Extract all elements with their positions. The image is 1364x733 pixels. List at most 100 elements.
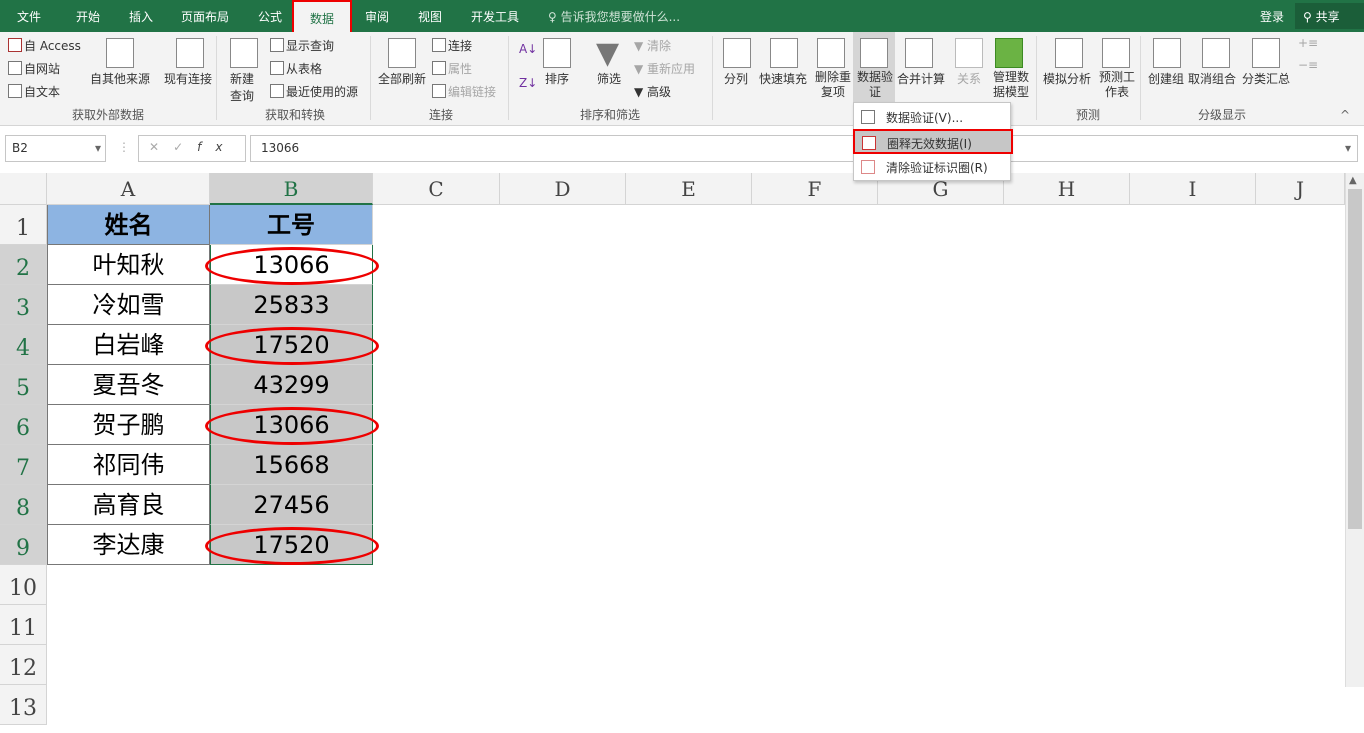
id-cell[interactable]: 27456 [210, 485, 373, 525]
menu-item-clear-validation-circles[interactable]: 清除验证标识圈(R) [854, 155, 1010, 180]
existing-connections-button[interactable]: 现有连接 [164, 70, 212, 87]
row-header-9[interactable]: 9 [0, 525, 47, 565]
tab-formulas[interactable]: 公式 [258, 8, 282, 25]
new-query-button[interactable]: 新建查询 [230, 70, 260, 104]
column-header-h[interactable]: H [1004, 173, 1130, 205]
data-validation-button[interactable]: 数据验证 [853, 32, 895, 102]
subtotal-button[interactable]: 分类汇总 [1242, 70, 1290, 87]
row-header-10[interactable]: 10 [0, 565, 47, 605]
from-access-button[interactable]: 自 Access [8, 37, 81, 54]
sort-za-button[interactable]: Z↓ [519, 76, 537, 90]
id-cell[interactable]: 17520 [205, 525, 379, 565]
row-header-4[interactable]: 4 [0, 325, 47, 365]
tab-file[interactable]: 文件 [17, 8, 41, 25]
name-cell[interactable]: 叶知秋 [47, 245, 210, 285]
vertical-scrollbar[interactable]: ▲ [1345, 173, 1364, 687]
what-if-analysis-button[interactable]: 模拟分析 [1043, 70, 1091, 87]
relationships-button[interactable]: 关系 [957, 70, 981, 87]
connections-button[interactable]: 连接 [432, 37, 472, 54]
manage-data-model-button[interactable]: 管理数据模型 [992, 70, 1030, 100]
id-cell[interactable]: 15668 [210, 445, 373, 485]
row-header-6[interactable]: 6 [0, 405, 47, 445]
name-cell[interactable]: 白岩峰 [47, 325, 210, 365]
refresh-all-button[interactable]: 全部刷新 [378, 70, 426, 87]
cancel-icon[interactable]: ✕ [149, 140, 173, 154]
name-cell[interactable]: 夏吾冬 [47, 365, 210, 405]
tab-insert[interactable]: 插入 [129, 8, 153, 25]
other-sources-button[interactable]: 自其他来源 [90, 70, 150, 87]
id-cell[interactable]: 25833 [210, 285, 373, 325]
id-cell[interactable]: 13066 [205, 245, 379, 285]
row-header-3[interactable]: 3 [0, 285, 47, 325]
expand-formula-icon[interactable]: ▾ [1345, 141, 1351, 155]
name-cell[interactable]: 高育良 [47, 485, 210, 525]
name-cell[interactable]: 贺子鹏 [47, 405, 210, 445]
from-table-button[interactable]: 从表格 [270, 60, 322, 77]
reapply-button[interactable]: ▼ 重新应用 [634, 60, 695, 77]
row-header-11[interactable]: 11 [0, 605, 47, 645]
sort-button[interactable]: 排序 [545, 70, 569, 87]
formula-input[interactable]: 13066 ▾ [250, 135, 1358, 162]
group-button[interactable]: 创建组 [1148, 70, 1184, 87]
text-to-columns-button[interactable]: 分列 [724, 70, 748, 87]
insert-function-icon[interactable]: fx [197, 140, 236, 154]
tab-review[interactable]: 审阅 [365, 8, 389, 25]
from-web-button[interactable]: 自网站 [8, 60, 60, 77]
collapse-ribbon-icon[interactable]: ^ [1340, 108, 1350, 122]
menu-item-circle-invalid-data[interactable]: 圈释无效数据(I) [853, 129, 1013, 154]
menu-item-data-validation[interactable]: 数据验证(V)... [854, 105, 1010, 130]
id-cell[interactable]: 43299 [210, 365, 373, 405]
clear-filter-button[interactable]: ▼ 清除 [634, 37, 671, 54]
show-detail-icon[interactable]: +≡ [1298, 36, 1318, 50]
id-cell[interactable]: 13066 [205, 405, 379, 445]
login-link[interactable]: 登录 [1260, 8, 1284, 25]
show-queries-button[interactable]: 显示查询 [270, 37, 334, 54]
flash-fill-button[interactable]: 快速填充 [759, 70, 807, 87]
scroll-up-icon[interactable]: ▲ [1349, 175, 1357, 186]
row-header-12[interactable]: 12 [0, 645, 47, 685]
share-button[interactable]: ⚲ 共享 [1295, 3, 1364, 29]
column-header-b[interactable]: B [210, 173, 373, 205]
name-cell[interactable]: 祁同伟 [47, 445, 210, 485]
tab-data[interactable]: 数据 [292, 0, 353, 32]
properties-button[interactable]: 属性 [432, 60, 472, 77]
name-cell[interactable]: 冷如雪 [47, 285, 210, 325]
column-header-i[interactable]: I [1130, 173, 1256, 205]
tell-me-search[interactable]: ♀ 告诉我您想要做什么... [548, 8, 680, 25]
header-cell-name[interactable]: 姓名 [47, 205, 210, 245]
remove-duplicates-button[interactable]: 删除重复项 [814, 70, 852, 100]
name-cell[interactable]: 李达康 [47, 525, 210, 565]
tab-page-layout[interactable]: 页面布局 [181, 8, 229, 25]
consolidate-button[interactable]: 合并计算 [897, 70, 945, 87]
row-header-1[interactable]: 1 [0, 205, 47, 245]
column-header-a[interactable]: A [47, 173, 210, 205]
row-header-7[interactable]: 7 [0, 445, 47, 485]
row-header-5[interactable]: 5 [0, 365, 47, 405]
row-header-2[interactable]: 2 [0, 245, 47, 285]
enter-icon[interactable]: ✓ [173, 140, 197, 154]
group-label-outline: 分级显示 [1198, 108, 1247, 122]
column-header-c[interactable]: C [373, 173, 500, 205]
from-text-button[interactable]: 自文本 [8, 83, 60, 100]
name-box[interactable]: B2 ▾ [5, 135, 106, 162]
row-header-13[interactable]: 13 [0, 685, 47, 725]
tab-home[interactable]: 开始 [76, 8, 100, 25]
filter-button[interactable]: 筛选 [597, 70, 621, 87]
recent-sources-button[interactable]: 最近使用的源 [270, 83, 358, 100]
select-all-corner[interactable] [0, 173, 47, 205]
forecast-sheet-button[interactable]: 预测工作表 [1098, 70, 1136, 100]
row-header-8[interactable]: 8 [0, 485, 47, 525]
column-header-e[interactable]: E [626, 173, 752, 205]
column-header-d[interactable]: D [500, 173, 626, 205]
ungroup-button[interactable]: 取消组合 [1188, 70, 1236, 87]
id-cell[interactable]: 17520 [205, 325, 379, 365]
advanced-filter-button[interactable]: ▼ 高级 [634, 83, 671, 100]
scroll-thumb[interactable] [1348, 189, 1362, 529]
sort-az-button[interactable]: A↓ [519, 42, 537, 56]
column-header-j[interactable]: J [1256, 173, 1345, 205]
tab-developer[interactable]: 开发工具 [471, 8, 519, 25]
edit-links-button[interactable]: 编辑链接 [432, 83, 496, 100]
header-cell-id[interactable]: 工号 [210, 205, 373, 245]
tab-view[interactable]: 视图 [418, 8, 442, 25]
hide-detail-icon[interactable]: −≡ [1298, 58, 1318, 72]
